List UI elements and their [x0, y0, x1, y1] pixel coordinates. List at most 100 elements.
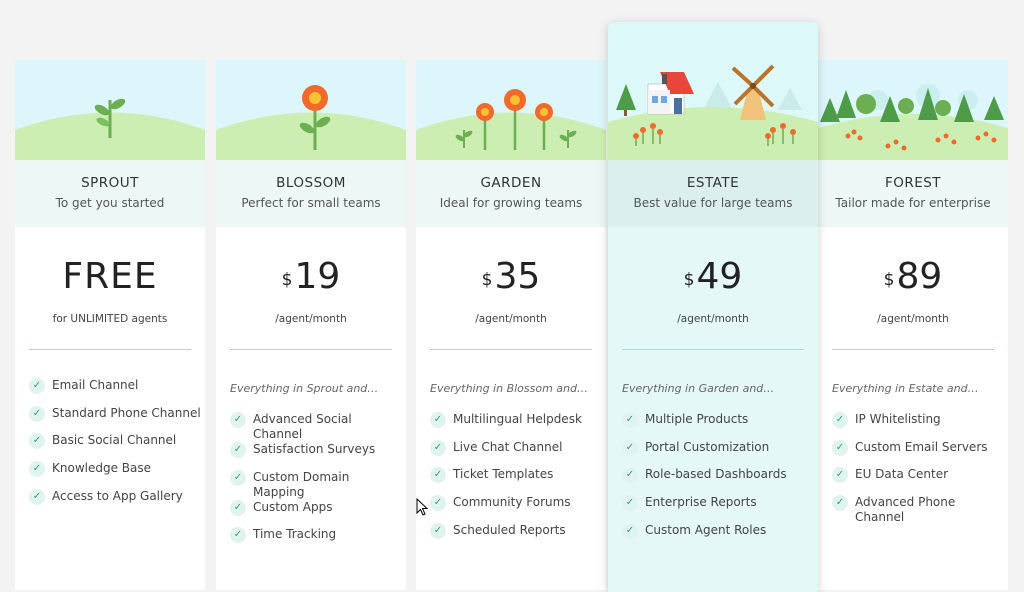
feature-label: Email Channel — [52, 378, 139, 392]
plan-header: ESTATE Best value for large teams — [608, 160, 818, 227]
feature-label: EU Data Center — [855, 467, 949, 482]
price-unit: /agent/month — [677, 313, 749, 325]
list-item: ✓ Multiple Products — [622, 412, 794, 440]
feature-label: Portal Customization — [645, 439, 770, 454]
blossom-illustration — [216, 60, 406, 160]
list-item: ✓ Role-based Dashboards — [622, 467, 794, 495]
feature-label: Custom Agent Roles — [645, 522, 767, 537]
price-unit: /agent/month — [877, 313, 949, 325]
check-icon: ✓ — [29, 433, 45, 450]
feature-label: Enterprise Reports — [645, 495, 757, 510]
check-icon: ✓ — [622, 439, 638, 456]
plan-header: BLOSSOM Perfect for small teams — [216, 160, 406, 227]
list-item: ✓ Community Forums — [430, 495, 602, 523]
price-block: $19 /agent/month — [216, 255, 406, 325]
price-block: $49 /agent/month — [608, 255, 818, 325]
plan-card-blossom[interactable]: BLOSSOM Perfect for small teams $19 /age… — [216, 60, 406, 590]
currency-symbol: $ — [683, 270, 695, 290]
check-icon: ✓ — [832, 412, 848, 428]
price-amount: 89 — [896, 256, 943, 297]
price-value: $19 — [216, 255, 406, 299]
feature-label: Community Forums — [453, 495, 571, 510]
divider — [430, 349, 592, 350]
feature-label: Time Tracking — [253, 527, 337, 542]
check-icon: ✓ — [430, 467, 446, 484]
price-unit: /agent/month — [275, 313, 347, 325]
pricing-plans: SPROUT To get you started FREE for UNLIM… — [15, 0, 1010, 592]
plan-tagline: Ideal for growing teams — [439, 196, 583, 210]
price-unit: /agent/month — [475, 313, 547, 325]
check-icon: ✓ — [622, 522, 638, 539]
list-item: ✓ Live Chat Channel — [430, 439, 602, 468]
feature-label: Standard Phone Channel — [52, 405, 201, 420]
plan-header: GARDEN Ideal for growing teams — [416, 160, 606, 227]
price-value: $49 — [608, 255, 818, 299]
price-amount: 35 — [494, 256, 541, 297]
check-icon: ✓ — [832, 439, 848, 456]
list-item: ✓ Satisfaction Surveys — [230, 442, 402, 470]
check-icon: ✓ — [230, 499, 246, 516]
price-amount: 49 — [696, 256, 743, 297]
list-item: ✓ Advanced Social Channel — [230, 412, 402, 442]
check-icon: ✓ — [230, 527, 246, 544]
list-item: ✓ Time Tracking — [230, 527, 402, 555]
list-item: ✓ Scheduled Reports — [430, 522, 602, 551]
check-icon: ✓ — [29, 405, 45, 422]
check-icon: ✓ — [430, 412, 446, 428]
check-icon: ✓ — [29, 488, 45, 505]
divider — [230, 349, 392, 350]
feature-label: Custom Apps — [253, 499, 333, 514]
plan-intro: Everything in Estate and… — [832, 382, 979, 395]
price-unit: for UNLIMITED agents — [52, 313, 168, 325]
price-amount: 19 — [294, 256, 341, 297]
plan-tagline: Perfect for small teams — [241, 196, 381, 210]
feature-label: Knowledge Base — [52, 461, 151, 476]
price-value: FREE — [15, 255, 205, 299]
feature-list: ✓ Multiple Products ✓ Portal Customization… — [622, 412, 794, 550]
plan-intro: Everything in Blossom and… — [430, 382, 589, 395]
list-item: ✓ Advanced Phone Channel — [832, 495, 1004, 525]
check-icon: ✓ — [430, 522, 446, 539]
list-item: ✓ Portal Customization — [622, 439, 794, 468]
plan-tagline: Best value for large teams — [633, 196, 793, 210]
check-icon: ✓ — [430, 495, 446, 512]
plan-name: FOREST — [884, 175, 942, 191]
plan-card-garden[interactable]: GARDEN Ideal for growing teams $35 /agen… — [416, 60, 606, 590]
feature-label: Custom Domain Mapping — [253, 469, 350, 499]
plan-name: ESTATE — [686, 175, 740, 191]
feature-label: Advanced Phone Channel — [855, 495, 956, 525]
feature-label: Role-based Dashboards — [645, 467, 787, 482]
check-icon: ✓ — [230, 442, 246, 458]
sprout-illustration — [15, 60, 205, 160]
divider — [832, 349, 994, 350]
price-block: FREE for UNLIMITED agents — [15, 255, 205, 325]
check-icon: ✓ — [622, 495, 638, 512]
divider — [29, 349, 191, 350]
feature-list: ✓ Email Channel ✓ Standard Phone Channel ✓… — [29, 378, 201, 516]
list-item: ✓ Email Channel — [29, 378, 201, 406]
price-block: $35 /agent/month — [416, 255, 606, 325]
plan-header: SPROUT To get you started — [15, 160, 205, 227]
list-item: ✓ Basic Social Channel — [29, 433, 201, 461]
plan-intro: Everything in Garden and… — [622, 382, 775, 395]
plan-card-forest[interactable]: FOREST Tailor made for enterprise $89 /a… — [818, 60, 1008, 590]
divider — [622, 349, 804, 350]
feature-label: Custom Email Servers — [855, 439, 988, 454]
list-item: ✓ Custom Apps — [230, 499, 402, 528]
currency-symbol: $ — [481, 270, 493, 290]
check-icon: ✓ — [622, 467, 638, 484]
feature-label: Basic Social Channel — [52, 433, 177, 448]
check-icon: ✓ — [29, 461, 45, 478]
price-amount: FREE — [62, 256, 158, 297]
check-icon: ✓ — [430, 439, 446, 456]
price-block: $89 /agent/month — [818, 255, 1008, 325]
check-icon: ✓ — [230, 469, 246, 486]
mouse-cursor-icon — [416, 498, 428, 516]
plan-card-estate[interactable]: ESTATE Best value for large teams $49 /a… — [608, 22, 818, 592]
plan-name: SPROUT — [81, 175, 139, 191]
forest-illustration — [818, 60, 1008, 160]
price-value: $35 — [416, 255, 606, 299]
plan-name: BLOSSOM — [276, 175, 346, 191]
plan-card-sprout[interactable]: SPROUT To get you started FREE for UNLIM… — [15, 60, 205, 590]
plan-name: GARDEN — [480, 175, 542, 191]
